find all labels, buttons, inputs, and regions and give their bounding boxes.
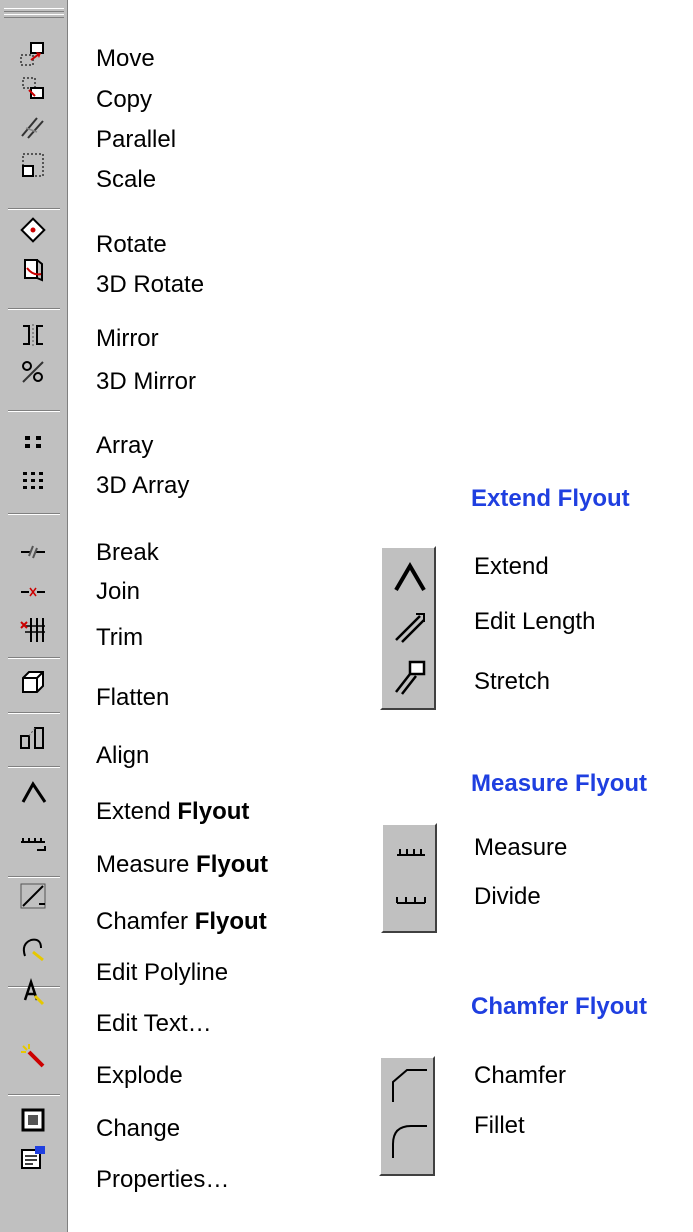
- break-icon[interactable]: [17, 536, 49, 568]
- measure-icon[interactable]: [17, 826, 49, 858]
- extend-icon[interactable]: [390, 556, 430, 596]
- scale-label: Scale: [96, 166, 157, 193]
- flatten-label: Flatten: [96, 684, 170, 711]
- divide-icon[interactable]: [391, 881, 431, 921]
- chamfer-icon[interactable]: [389, 1064, 429, 1104]
- extend-flyout-title: Extend Flyout: [471, 485, 630, 512]
- edit-text-label: Edit Text…: [96, 1010, 212, 1037]
- flatten-icon[interactable]: [17, 666, 49, 698]
- explode-label: Explode: [96, 1062, 183, 1089]
- array-icon[interactable]: [17, 426, 49, 458]
- extend-item-label: Extend: [474, 553, 549, 580]
- chamfer-item-label: Chamfer: [474, 1062, 567, 1089]
- align-label: Align: [96, 742, 150, 769]
- toolbar-separator: [8, 657, 60, 659]
- scale-icon[interactable]: [17, 150, 49, 182]
- toolbar-separator: [8, 1094, 60, 1096]
- properties-label: Properties…: [96, 1166, 230, 1193]
- array-3d-icon[interactable]: [17, 464, 49, 496]
- toolbar-separator: [8, 712, 60, 714]
- measure-item-label: Measure: [474, 834, 568, 861]
- break-label: Break: [96, 539, 159, 566]
- parallel-label: Parallel: [96, 126, 177, 153]
- edit-polyline-label: Edit Polyline: [96, 959, 229, 986]
- toolbar-grip[interactable]: [4, 14, 64, 18]
- divide-label: Divide: [474, 883, 541, 910]
- toolbar-separator: [8, 208, 60, 210]
- rotate-label: Rotate: [96, 231, 167, 258]
- edit-polyline-icon[interactable]: [17, 934, 49, 966]
- join-icon[interactable]: [17, 576, 49, 608]
- stretch-label: Stretch: [474, 668, 551, 695]
- explode-icon[interactable]: [17, 1040, 49, 1072]
- mirror-3d-label: 3D Mirror: [96, 368, 196, 395]
- move-icon[interactable]: [17, 40, 49, 72]
- extend-flyout-label: Extend Flyout: [96, 798, 250, 825]
- copy-label: Copy: [96, 86, 153, 113]
- toolbar-separator: [8, 513, 60, 515]
- toolbar-separator: [8, 876, 60, 878]
- mirror-label: Mirror: [96, 325, 159, 352]
- measure-flyout-label: Measure Flyout: [96, 851, 269, 878]
- rotate-3d-icon[interactable]: [17, 254, 49, 286]
- rotate-icon[interactable]: [17, 216, 49, 248]
- toolbar-grip[interactable]: [4, 8, 64, 12]
- join-label: Join: [96, 578, 141, 605]
- edit-text-icon[interactable]: [17, 976, 49, 1008]
- align-icon[interactable]: [17, 722, 49, 754]
- mirror-icon[interactable]: [17, 320, 49, 352]
- toolbar-separator: [8, 766, 60, 768]
- extend-flyout-panel: [380, 546, 436, 710]
- measure-flyout-panel: [381, 823, 437, 933]
- array-3d-label: 3D Array: [96, 472, 190, 499]
- change-icon[interactable]: [17, 1104, 49, 1136]
- toolbar-separator: [8, 308, 60, 310]
- chamfer-flyout-label: Chamfer Flyout: [96, 908, 267, 935]
- stretch-icon[interactable]: [390, 658, 430, 698]
- extend-icon[interactable]: [17, 776, 49, 808]
- fillet-icon[interactable]: [389, 1120, 429, 1160]
- chamfer-flyout-panel: [379, 1056, 435, 1176]
- copy-icon[interactable]: [17, 74, 49, 106]
- toolbar-separator: [8, 410, 60, 412]
- array-label: Array: [96, 432, 154, 459]
- measure-flyout-title: Measure Flyout: [471, 770, 648, 797]
- chamfer-icon[interactable]: [17, 880, 49, 912]
- chamfer-flyout-title: Chamfer Flyout: [471, 993, 648, 1020]
- trim-icon[interactable]: [17, 614, 49, 646]
- modify-toolbar: [0, 0, 68, 1232]
- properties-icon[interactable]: [17, 1142, 49, 1174]
- rotate-3d-label: 3D Rotate: [96, 271, 205, 298]
- edit-length-icon[interactable]: [390, 608, 430, 648]
- edit-length-label: Edit Length: [474, 608, 596, 635]
- change-label: Change: [96, 1115, 181, 1142]
- trim-label: Trim: [96, 624, 144, 651]
- mirror-3d-icon[interactable]: [17, 356, 49, 388]
- parallel-icon[interactable]: [17, 112, 49, 144]
- measure-icon[interactable]: [391, 833, 431, 873]
- move-label: Move: [96, 45, 155, 72]
- fillet-label: Fillet: [474, 1112, 525, 1139]
